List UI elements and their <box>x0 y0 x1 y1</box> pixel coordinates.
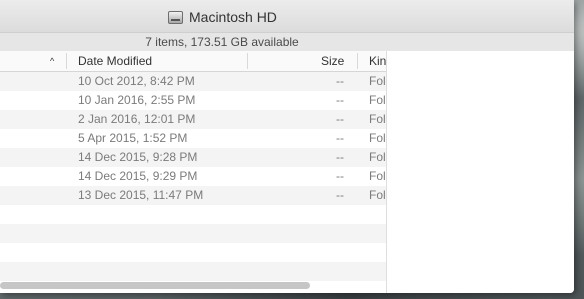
table-row[interactable]: 10 Jan 2016, 2:55 PM -- Fol <box>0 91 386 110</box>
empty-row <box>0 205 386 224</box>
window-title: Macintosh HD <box>189 9 277 25</box>
date-modified-cell: 14 Dec 2015, 9:28 PM <box>78 150 198 164</box>
table-row[interactable]: 5 Apr 2015, 1:52 PM -- Fol <box>0 129 386 148</box>
column-divider[interactable] <box>247 53 248 69</box>
date-modified-cell: 14 Dec 2015, 9:29 PM <box>78 169 198 183</box>
date-modified-cell: 2 Jan 2016, 12:01 PM <box>78 112 196 126</box>
table-row[interactable]: 14 Dec 2015, 9:28 PM -- Fol <box>0 148 386 167</box>
rows-container: 10 Oct 2012, 8:42 PM -- Fol 10 Jan 2016,… <box>0 72 386 281</box>
size-cell: -- <box>336 74 344 88</box>
window-title-group: Macintosh HD <box>168 9 277 25</box>
empty-row <box>0 224 386 243</box>
column-divider[interactable] <box>357 53 358 69</box>
size-cell: -- <box>336 93 344 107</box>
column-divider[interactable] <box>66 53 67 69</box>
kind-cell: Fol <box>369 150 386 164</box>
kind-cell: Fol <box>369 169 386 183</box>
table-row[interactable]: 10 Oct 2012, 8:42 PM -- Fol <box>0 72 386 91</box>
date-modified-cell: 10 Oct 2012, 8:42 PM <box>78 74 195 88</box>
sort-ascending-icon[interactable]: ^ <box>50 55 60 67</box>
size-cell: -- <box>336 131 344 145</box>
kind-cell: Fol <box>369 74 386 88</box>
table-row[interactable]: 14 Dec 2015, 9:29 PM -- Fol <box>0 167 386 186</box>
date-modified-cell: 13 Dec 2015, 11:47 PM <box>78 188 204 202</box>
status-bar: 7 items, 173.51 GB available <box>0 32 574 52</box>
size-cell: -- <box>336 150 344 164</box>
finder-window: Macintosh HD 7 items, 173.51 GB availabl… <box>0 0 574 293</box>
file-list: ^ Date Modified Size Kin 10 Oct 2012, 8:… <box>0 51 386 293</box>
size-cell: -- <box>336 169 344 183</box>
preview-pane <box>386 51 574 293</box>
kind-cell: Fol <box>369 112 386 126</box>
date-modified-cell: 10 Jan 2016, 2:55 PM <box>78 93 196 107</box>
title-bar[interactable]: Macintosh HD <box>0 0 574 32</box>
size-cell: -- <box>336 112 344 126</box>
hard-drive-icon <box>168 10 183 24</box>
empty-row <box>0 243 386 262</box>
column-header-bar: ^ Date Modified Size Kin <box>0 51 386 72</box>
table-row[interactable]: 2 Jan 2016, 12:01 PM -- Fol <box>0 110 386 129</box>
column-header-kind[interactable]: Kin <box>369 51 386 71</box>
kind-cell: Fol <box>369 131 386 145</box>
size-cell: -- <box>336 188 344 202</box>
column-header-size[interactable]: Size <box>321 51 344 71</box>
kind-cell: Fol <box>369 188 386 202</box>
table-row[interactable]: 13 Dec 2015, 11:47 PM -- Fol <box>0 186 386 205</box>
horizontal-scrollbar[interactable] <box>0 282 310 289</box>
column-header-date-modified[interactable]: Date Modified <box>78 51 152 71</box>
kind-cell: Fol <box>369 93 386 107</box>
date-modified-cell: 5 Apr 2015, 1:52 PM <box>78 131 188 145</box>
status-text: 7 items, 173.51 GB available <box>145 35 299 49</box>
empty-row <box>0 262 386 281</box>
